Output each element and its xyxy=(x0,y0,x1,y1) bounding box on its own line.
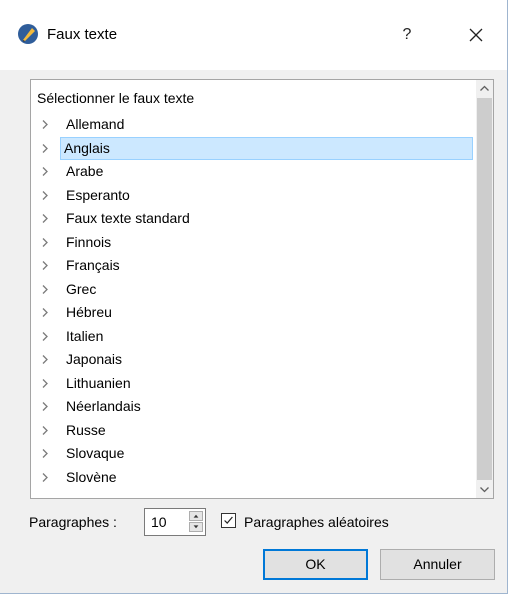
tree-item[interactable]: Japonais xyxy=(31,348,477,372)
chevron-right-icon[interactable] xyxy=(39,113,51,136)
spin-down-icon[interactable] xyxy=(189,522,203,532)
tree-item[interactable]: Anglais xyxy=(31,136,477,161)
chevron-right-icon[interactable] xyxy=(39,137,51,160)
tree-item[interactable]: Arabe xyxy=(31,160,477,184)
spin-buttons xyxy=(189,511,203,533)
tree-item[interactable]: Faux texte standard xyxy=(31,207,477,231)
chevron-right-icon[interactable] xyxy=(39,325,51,348)
spin-up-icon[interactable] xyxy=(189,511,203,521)
tree-item-label[interactable]: Grec xyxy=(63,278,99,301)
tree-item-label[interactable]: Arabe xyxy=(63,160,106,183)
tree-item-label[interactable]: Faux texte standard xyxy=(63,207,193,230)
tree-item[interactable]: Slovène xyxy=(31,466,477,490)
title-bar: Faux texte ? xyxy=(0,0,507,70)
tree-item-label[interactable]: Slovène xyxy=(63,466,120,489)
scroll-up-icon[interactable] xyxy=(476,80,493,97)
chevron-right-icon[interactable] xyxy=(39,254,51,277)
tree-header: Sélectionner le faux texte xyxy=(37,90,195,106)
chevron-right-icon[interactable] xyxy=(39,419,51,442)
tree-item-label[interactable]: Japonais xyxy=(63,348,125,371)
tree-item-label[interactable]: Hébreu xyxy=(63,301,115,324)
tree-item[interactable]: Allemand xyxy=(31,113,477,137)
tree-item[interactable]: Finnois xyxy=(31,231,477,255)
chevron-right-icon[interactable] xyxy=(39,231,51,254)
chevron-right-icon[interactable] xyxy=(39,442,51,465)
tree-item-label[interactable]: Finnois xyxy=(63,231,114,254)
tree-item[interactable]: Lithuanien xyxy=(31,372,477,396)
tree-item[interactable]: Russe xyxy=(31,419,477,443)
chevron-right-icon[interactable] xyxy=(39,184,51,207)
chevron-right-icon[interactable] xyxy=(39,160,51,183)
tree-item-label[interactable]: Russe xyxy=(63,419,109,442)
chevron-right-icon[interactable] xyxy=(39,348,51,371)
random-paragraphs-label[interactable]: Paragraphes aléatoires xyxy=(244,514,389,530)
tree-item-label[interactable]: Esperanto xyxy=(63,184,133,207)
tree-item[interactable]: Hébreu xyxy=(31,301,477,325)
tree-item-label[interactable]: Néerlandais xyxy=(63,395,144,418)
tree-item[interactable]: Italien xyxy=(31,325,477,349)
chevron-right-icon[interactable] xyxy=(39,466,51,489)
chevron-right-icon[interactable] xyxy=(39,372,51,395)
pen-nib-icon xyxy=(18,24,38,44)
tree-item-label[interactable]: Anglais xyxy=(60,136,473,160)
tree-item[interactable]: Grec xyxy=(31,278,477,302)
paragraphs-label: Paragraphes : xyxy=(29,514,117,530)
tree-item-label[interactable]: Français xyxy=(63,254,123,277)
tree-item[interactable]: Néerlandais xyxy=(31,395,477,419)
tree-item-label[interactable]: Slovaque xyxy=(63,442,127,465)
tree-item[interactable]: Esperanto xyxy=(31,184,477,208)
window-title: Faux texte xyxy=(47,26,118,43)
chevron-right-icon[interactable] xyxy=(39,207,51,230)
tree-item-label[interactable]: Italien xyxy=(63,325,106,348)
tree-item[interactable]: Slovaque xyxy=(31,442,477,466)
tree-list: Allemand Anglais Arabe Esperanto Faux texte … xyxy=(31,113,477,489)
chevron-right-icon[interactable] xyxy=(39,395,51,418)
cancel-button[interactable]: Annuler xyxy=(380,549,495,580)
paragraphs-spinbox[interactable]: 10 xyxy=(144,508,206,536)
chevron-right-icon[interactable] xyxy=(39,278,51,301)
help-button[interactable]: ? xyxy=(393,20,421,50)
paragraphs-value[interactable]: 10 xyxy=(151,514,167,530)
chevron-right-icon[interactable] xyxy=(39,301,51,324)
dialog-window: Faux texte ? Sélectionner le faux texte … xyxy=(0,0,508,594)
vertical-scrollbar[interactable] xyxy=(476,80,493,498)
tree-item-label[interactable]: Lithuanien xyxy=(63,372,134,395)
ok-button[interactable]: OK xyxy=(263,549,368,580)
scroll-down-icon[interactable] xyxy=(476,481,493,498)
tree-item[interactable]: Français xyxy=(31,254,477,278)
scroll-thumb[interactable] xyxy=(477,98,492,480)
tree-item-label[interactable]: Allemand xyxy=(63,113,127,136)
faux-text-tree[interactable]: Sélectionner le faux texte Allemand Angla… xyxy=(30,79,494,499)
close-icon[interactable] xyxy=(463,22,489,48)
random-paragraphs-checkbox[interactable] xyxy=(221,513,236,528)
